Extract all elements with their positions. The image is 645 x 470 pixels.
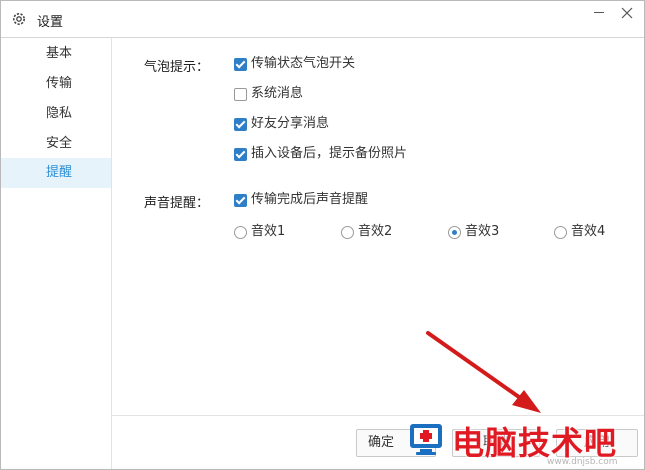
checkbox-label: 传输状态气泡开关 — [251, 56, 356, 71]
checkbox-box[interactable] — [234, 58, 247, 71]
radio-label: 音效4 — [571, 224, 606, 239]
checkbox-label: 传输完成后声音提醒 — [251, 192, 369, 207]
checkbox-label: 插入设备后，提示备份照片 — [251, 146, 408, 161]
sidebar-item-reminder[interactable]: 提醒 — [1, 158, 111, 188]
checkbox-box[interactable] — [234, 118, 247, 131]
settings-window: 设置 基本 传输 隐私 安全 提醒 气泡提示： 传输状态气泡开关 系统消息 好友… — [0, 0, 645, 470]
settings-content: 气泡提示： 传输状态气泡开关 系统消息 好友分享消息 插入设备后，提示备份照片 … — [112, 38, 644, 415]
close-icon — [621, 7, 633, 19]
sidebar: 基本 传输 隐私 安全 提醒 — [1, 38, 112, 469]
sidebar-item-privacy[interactable]: 隐私 — [1, 99, 111, 129]
sound-section-label: 声音提醒： — [144, 196, 210, 211]
sidebar-item-transfer[interactable]: 传输 — [1, 69, 111, 99]
close-button[interactable] — [613, 3, 641, 23]
radio-button[interactable] — [341, 226, 354, 239]
checkbox-label: 好友分享消息 — [251, 116, 330, 131]
watermark-logo-icon — [410, 424, 442, 455]
window-title: 设置 — [37, 15, 64, 30]
radio-label: 音效3 — [465, 224, 500, 239]
checkbox-box[interactable] — [234, 88, 247, 101]
checkbox-box[interactable] — [234, 148, 247, 161]
sidebar-item-basic[interactable]: 基本 — [1, 39, 111, 69]
checkbox-box[interactable] — [234, 194, 247, 207]
title-bar: 设置 — [1, 1, 644, 38]
radio-button[interactable] — [234, 226, 247, 239]
watermark-url: www.dnjsb.com — [547, 457, 618, 467]
checkbox-label: 系统消息 — [251, 86, 304, 101]
radio-button[interactable] — [448, 226, 461, 239]
minimize-button[interactable] — [585, 3, 613, 23]
radio-button[interactable] — [554, 226, 567, 239]
gear-icon — [13, 13, 25, 25]
sidebar-item-security[interactable]: 安全 — [1, 129, 111, 159]
radio-label: 音效1 — [251, 224, 286, 239]
bubble-section-label: 气泡提示： — [144, 60, 210, 75]
radio-label: 音效2 — [358, 224, 393, 239]
